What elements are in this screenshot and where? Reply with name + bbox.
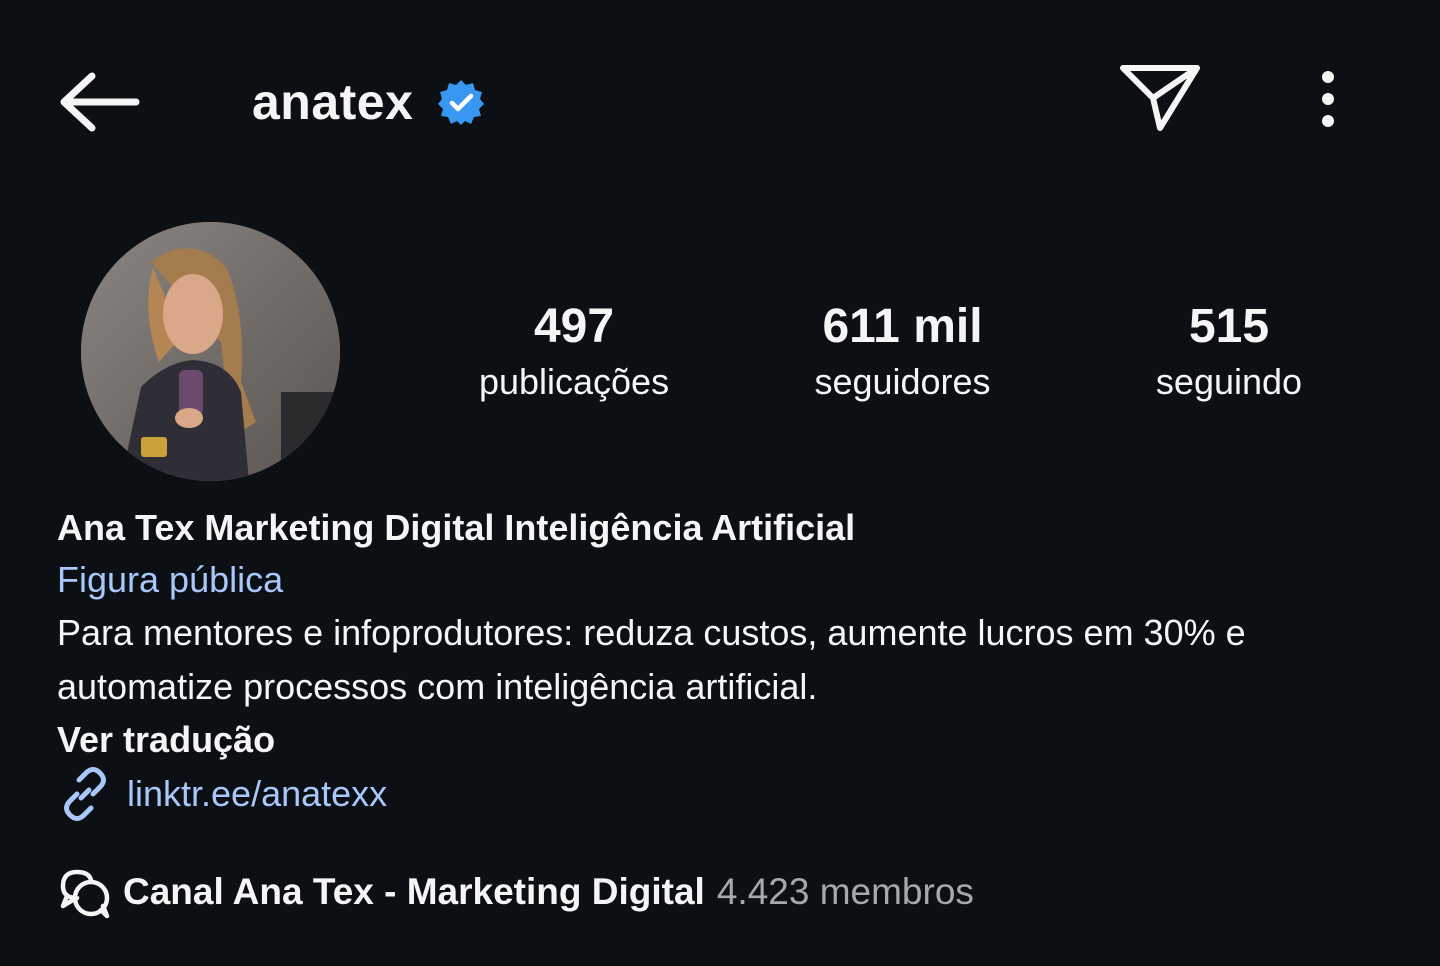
- following-count[interactable]: 515 seguindo: [1124, 298, 1334, 408]
- followers-count[interactable]: 611 mil seguidores: [790, 298, 1015, 408]
- send-message-button[interactable]: [1115, 58, 1205, 138]
- verified-badge-icon: [438, 80, 485, 125]
- profile-link[interactable]: linktr.ee/anatexx: [57, 766, 1397, 822]
- translate-button[interactable]: Ver tradução: [57, 714, 1397, 766]
- followers-count-label: seguidores: [814, 361, 991, 402]
- link-icon: [64, 767, 106, 821]
- following-count-value: 515: [1188, 300, 1270, 353]
- profile-photo: [81, 222, 340, 481]
- channel-name: Canal Ana Tex - Marketing Digital: [123, 871, 705, 912]
- broadcast-channel[interactable]: Canal Ana Tex - Marketing Digital 4.423 …: [57, 862, 974, 922]
- profile-avatar[interactable]: [81, 222, 340, 481]
- channel-members: 4.423 membros: [716, 871, 974, 912]
- posts-count-label: publicações: [478, 361, 670, 402]
- profile-page: anatex 497 publicações 611 mil seguidore…: [0, 0, 1440, 966]
- more-options-button[interactable]: [1300, 66, 1356, 136]
- profile-link-text: linktr.ee/anatexx: [127, 773, 388, 814]
- bio-text: Para mentores e infoprodutores: reduza c…: [57, 612, 1246, 707]
- username: anatex: [252, 74, 414, 130]
- back-button[interactable]: [52, 64, 144, 140]
- broadcast-channel-icon: [60, 869, 110, 919]
- followers-count-value: 611 mil: [822, 300, 983, 353]
- profile-bio: Ana Tex Marketing Digital Inteligência A…: [57, 502, 1397, 822]
- back-arrow-icon: [60, 72, 140, 132]
- following-count-label: seguindo: [1155, 361, 1303, 402]
- posts-count-value: 497: [533, 300, 615, 353]
- profile-category: Figura pública: [57, 559, 284, 600]
- profile-header-title: anatex: [252, 64, 485, 140]
- full-name: Ana Tex Marketing Digital Inteligência A…: [57, 507, 856, 548]
- posts-count[interactable]: 497 publicações: [464, 298, 684, 408]
- send-message-icon: [1120, 65, 1200, 131]
- more-options-icon: [1322, 71, 1334, 127]
